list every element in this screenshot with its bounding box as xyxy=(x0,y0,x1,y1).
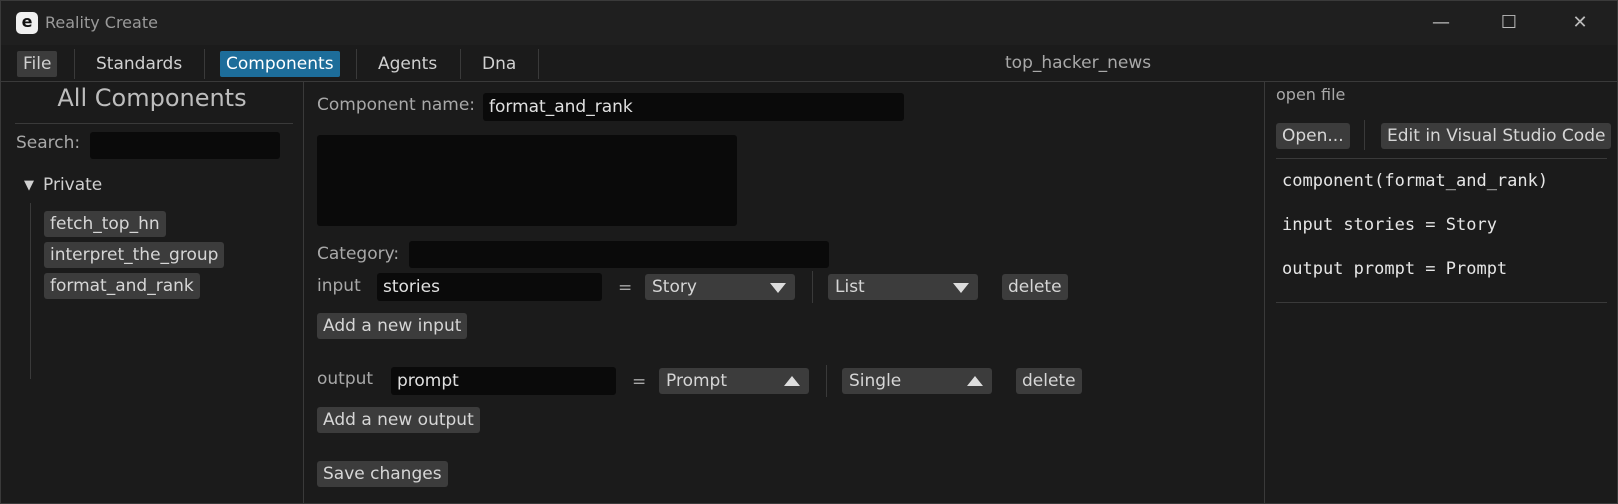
project-name: top_hacker_news xyxy=(1005,53,1152,73)
code-line: component(format_and_rank) xyxy=(1282,171,1549,191)
sidebar-title: All Components xyxy=(57,84,247,112)
component-item-interpret-the-group[interactable]: interpret_the_group xyxy=(44,242,225,268)
output-multiplicity-value: Single xyxy=(849,371,902,391)
button-separator xyxy=(1364,120,1365,150)
add-input-button[interactable]: Add a new input xyxy=(317,313,468,339)
minimize-icon[interactable]: — xyxy=(1427,9,1455,37)
menu-separator xyxy=(538,49,539,79)
output-equals-sign: = xyxy=(632,372,647,392)
menu-separator xyxy=(204,49,205,79)
output-label: output xyxy=(317,369,374,389)
app-logo-icon: e xyxy=(16,12,38,34)
category-input[interactable] xyxy=(409,241,829,268)
collapse-triangle-icon[interactable]: ▼ xyxy=(24,178,34,193)
component-item-format-and-rank[interactable]: format_and_rank xyxy=(44,273,200,299)
edit-in-vscode-button[interactable]: Edit in Visual Studio Code xyxy=(1381,123,1612,149)
delete-output-button[interactable]: delete xyxy=(1016,368,1082,394)
description-textarea[interactable] xyxy=(317,135,737,226)
input-label: input xyxy=(317,276,361,296)
open-file-title: open file xyxy=(1276,85,1346,104)
open-file-panel: open file Open... Edit in Visual Studio … xyxy=(1264,82,1618,503)
code-line: input stories = Story xyxy=(1282,215,1497,235)
search-label: Search: xyxy=(16,133,81,153)
group-label-private[interactable]: Private xyxy=(43,175,102,195)
add-output-button[interactable]: Add a new output xyxy=(317,407,480,433)
app-window: e Reality Create — ☐ ✕ File Standards Co… xyxy=(0,0,1618,504)
component-item-fetch-top-hn[interactable]: fetch_top_hn xyxy=(44,211,166,237)
category-label: Category: xyxy=(317,244,400,264)
close-icon[interactable]: ✕ xyxy=(1566,9,1594,37)
component-name-label: Component name: xyxy=(317,95,476,115)
search-input[interactable] xyxy=(90,132,280,159)
input-type-dropdown[interactable]: Story xyxy=(645,274,795,300)
title-bar: e Reality Create — ☐ ✕ xyxy=(1,1,1617,45)
save-changes-button[interactable]: Save changes xyxy=(317,461,448,487)
row-separator xyxy=(812,271,813,303)
tree-guide-line xyxy=(30,203,31,379)
menu-standards[interactable]: Standards xyxy=(90,51,188,77)
menu-dna[interactable]: Dna xyxy=(476,51,522,77)
app-title: Reality Create xyxy=(45,13,158,32)
delete-input-button[interactable]: delete xyxy=(1002,274,1068,300)
menu-bar: File Standards Components Agents Dna xyxy=(1,45,1617,82)
menu-separator xyxy=(74,49,75,79)
output-name-field[interactable]: prompt xyxy=(391,367,616,395)
output-type-dropdown[interactable]: Prompt xyxy=(659,368,809,394)
open-file-button[interactable]: Open... xyxy=(1276,123,1350,149)
code-divider-top xyxy=(1276,158,1607,159)
input-multiplicity-value: List xyxy=(835,277,865,297)
chevron-up-icon xyxy=(784,376,800,386)
row-separator xyxy=(826,365,827,397)
chevron-down-icon xyxy=(953,283,969,293)
chevron-down-icon xyxy=(770,283,786,293)
chevron-up-icon xyxy=(967,376,983,386)
code-divider-bottom xyxy=(1276,302,1607,303)
input-multiplicity-dropdown[interactable]: List xyxy=(828,274,978,300)
component-name-input[interactable]: format_and_rank xyxy=(483,93,904,121)
components-sidebar: All Components Search: ▼ Private fetch_t… xyxy=(1,82,304,503)
menu-agents[interactable]: Agents xyxy=(372,51,443,77)
menu-components[interactable]: Components xyxy=(220,51,340,77)
output-multiplicity-dropdown[interactable]: Single xyxy=(842,368,992,394)
output-type-value: Prompt xyxy=(666,371,727,391)
menu-separator xyxy=(460,49,461,79)
input-name-field[interactable]: stories xyxy=(377,273,602,301)
menu-file[interactable]: File xyxy=(17,51,58,77)
input-equals-sign: = xyxy=(618,278,633,298)
sidebar-divider xyxy=(15,123,293,124)
maximize-icon[interactable]: ☐ xyxy=(1495,9,1523,37)
code-line: output prompt = Prompt xyxy=(1282,259,1508,279)
menu-separator xyxy=(356,49,357,79)
input-type-value: Story xyxy=(652,277,697,297)
